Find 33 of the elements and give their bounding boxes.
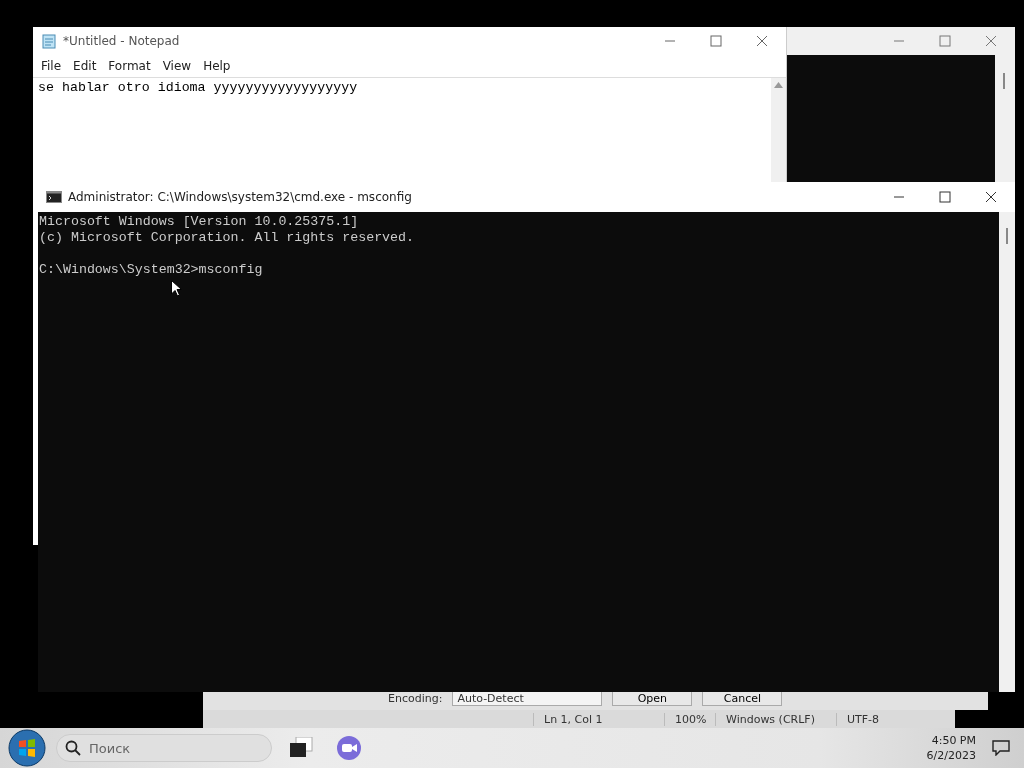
search-icon bbox=[65, 740, 81, 756]
search-field[interactable]: Поиск bbox=[56, 734, 272, 762]
status-item: Windows (CRLF) bbox=[715, 712, 836, 726]
command-prompt: C:\Windows\System32>msconfig bbox=[39, 262, 263, 278]
encoding-label: Encoding: bbox=[388, 691, 443, 705]
console-icon bbox=[46, 191, 62, 203]
console-line: Microsoft Windows [Version 10.0.25375.1] bbox=[39, 214, 359, 230]
maximize-icon[interactable] bbox=[939, 191, 951, 203]
menu-item[interactable]: Format bbox=[102, 59, 157, 73]
menu-item[interactable]: View bbox=[156, 59, 198, 73]
notepad-icon bbox=[41, 33, 57, 49]
menu-item[interactable]: File bbox=[35, 59, 68, 73]
menu-item[interactable]: Edit bbox=[67, 59, 103, 73]
maximize-icon[interactable] bbox=[939, 35, 951, 47]
close-icon[interactable] bbox=[985, 191, 997, 203]
console-line: (c) Microsoft Corporation. All rights reserved. bbox=[39, 230, 415, 246]
maximize-icon[interactable] bbox=[710, 35, 722, 47]
menu-item[interactable]: Help bbox=[197, 59, 237, 73]
window-title: Administrator: C:\Windows\system32\cmd.exe - msconfig bbox=[68, 190, 412, 204]
status-item: Ln 1, Col 1 bbox=[533, 712, 664, 726]
window-title: *Untitled - Notepad bbox=[63, 34, 180, 48]
scroll-up-icon[interactable] bbox=[774, 82, 783, 88]
status-item: UTF-8 bbox=[836, 712, 907, 726]
task-view-icon[interactable] bbox=[288, 737, 314, 759]
start-button[interactable] bbox=[8, 729, 46, 767]
mouse-pointer-icon bbox=[171, 280, 182, 297]
document-text: se hablar otro idioma yyyyyyyyyyyyyyyyyy bbox=[38, 80, 358, 95]
close-icon[interactable] bbox=[756, 35, 768, 47]
notification-icon[interactable] bbox=[992, 740, 1010, 756]
video-chat-icon[interactable] bbox=[336, 735, 362, 761]
clock-date: 6/2/2023 bbox=[926, 749, 976, 762]
status-item: 100% bbox=[664, 712, 715, 726]
clock-time: 4:50 PM bbox=[931, 734, 976, 747]
